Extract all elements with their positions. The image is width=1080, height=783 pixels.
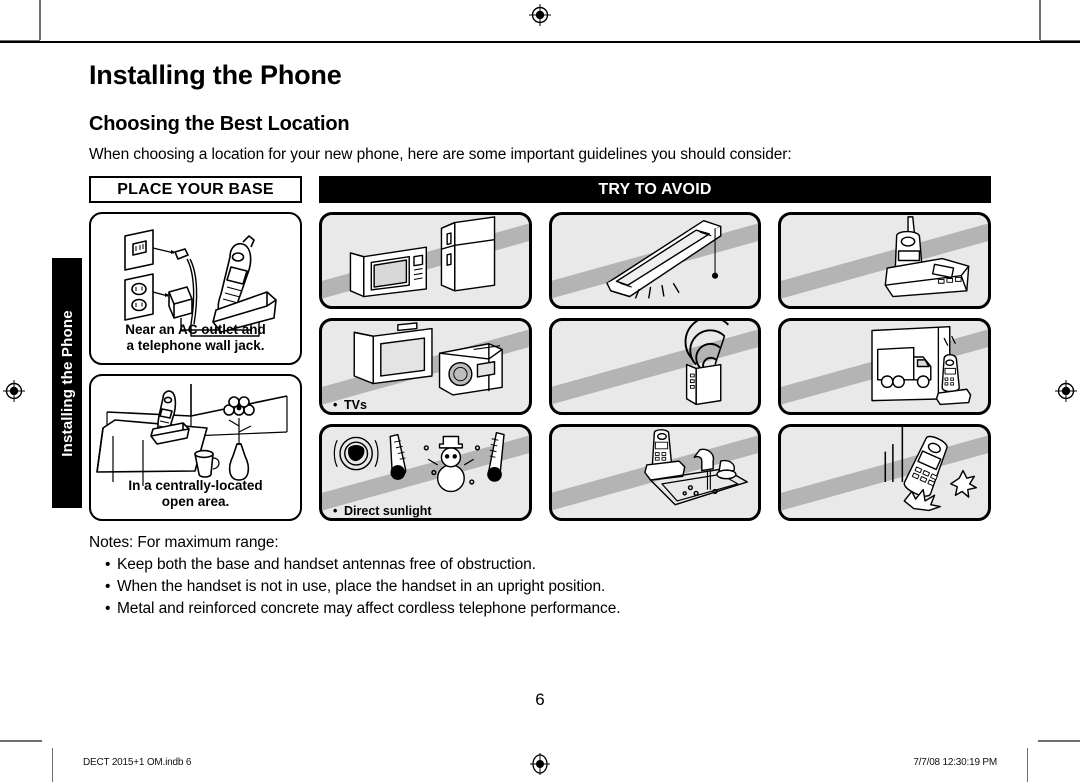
try-to-avoid-column: Microwave ovens Refrigerators bbox=[319, 212, 992, 521]
caption-line-2: a telephone wall jack. bbox=[126, 337, 265, 353]
avoid-row-1: Microwave ovens Refrigerators bbox=[319, 212, 992, 309]
banner-row: PLACE YOUR BASE TRY TO AVOID bbox=[89, 176, 991, 203]
avoid-panel-shock-vibration: Shock Vibration bbox=[778, 424, 992, 521]
registration-mark-left-middle bbox=[3, 380, 25, 402]
notes-item: When the handset is not in use, place th… bbox=[105, 576, 991, 598]
bullet-line: TVs bbox=[333, 398, 529, 412]
notes-item: Keep both the base and handset antennas … bbox=[105, 554, 991, 576]
banner-try-to-avoid: TRY TO AVOID bbox=[319, 176, 991, 203]
wireless-router-signal-icon bbox=[552, 321, 759, 407]
caption-line-1: In a centrally-located bbox=[128, 477, 263, 493]
guideline-grid: Near an AC outlet and a telephone wall j… bbox=[89, 212, 992, 521]
page-title: Installing the Phone bbox=[89, 60, 342, 90]
crop-mark-top-left-vertical bbox=[39, 0, 41, 40]
microwave-and-refrigerator-icon bbox=[322, 215, 529, 301]
delivery-truck-and-phone-icon bbox=[781, 321, 988, 407]
section-title: Choosing the Best Location bbox=[89, 113, 350, 135]
sun-thermometer-snowman-icon bbox=[322, 427, 529, 513]
caption-line-1: Near an AC outlet and bbox=[125, 321, 266, 337]
tv-and-radio-icon bbox=[322, 321, 529, 407]
chapter-thumb-tab: Installing the Phone bbox=[52, 258, 82, 508]
footer-crop-tick-right bbox=[1027, 748, 1028, 782]
sink-faucet-and-phone-icon bbox=[552, 427, 759, 513]
place-panel-ac-outlet-caption: Near an AC outlet and a telephone wall j… bbox=[91, 322, 300, 354]
dropped-phone-impact-icon bbox=[781, 427, 988, 513]
footer-crop-tick-left bbox=[52, 748, 53, 782]
avoid-row-3: Direct sunlight Extreme temperatures bbox=[319, 424, 992, 521]
avoid-panel-microwave-refrigerator: Microwave ovens Refrigerators bbox=[319, 212, 532, 309]
bullet-line: Direct sunlight bbox=[333, 504, 529, 518]
footer-filename: DECT 2015+1 OM.indb 6 bbox=[83, 756, 192, 769]
avoid-panel-dust-moisture: Dust Excessive moisture bbox=[548, 424, 762, 521]
notes-lead: Notes: For maximum range: bbox=[89, 534, 279, 551]
place-panel-open-area-caption: In a centrally-located open area. bbox=[91, 478, 300, 510]
bullet-line: Other electronics bbox=[333, 414, 532, 415]
page-number: 6 bbox=[535, 690, 545, 709]
avoid-panel-sunlight-temperatures: Direct sunlight Extreme temperatures bbox=[319, 424, 532, 521]
chapter-thumb-tab-label: Installing the Phone bbox=[58, 309, 76, 457]
registration-mark-right-middle bbox=[1055, 380, 1077, 402]
registration-mark-top-center bbox=[529, 4, 551, 26]
banner-place-your-base: PLACE YOUR BASE bbox=[89, 176, 302, 203]
avoid-panel-tvs-electronics: TVs Other electronics bbox=[319, 318, 532, 415]
page-top-rule bbox=[0, 41, 1080, 43]
cordless-telephone-set-icon bbox=[781, 215, 988, 301]
registration-mark-footer-center bbox=[529, 753, 551, 775]
avoid-panel-other-cordless-telephones: Other cordless telephones bbox=[778, 212, 992, 309]
fluorescent-light-fixture-icon bbox=[552, 215, 759, 301]
avoid-row-2: TVs Other electronics bbox=[319, 318, 992, 415]
avoid-panel-background-noise: Areas with a lot of background noise bbox=[778, 318, 992, 415]
intro-paragraph: When choosing a location for your new ph… bbox=[89, 146, 792, 163]
place-panel-ac-outlet: Near an AC outlet and a telephone wall j… bbox=[89, 212, 302, 365]
footer-timestamp: 7/7/08 12:30:19 PM bbox=[913, 756, 997, 769]
bullet-line: Extreme temperatures bbox=[333, 520, 532, 521]
avoid-panel-fluorescent-lighting: Fluorescent lighting bbox=[548, 212, 762, 309]
place-your-base-column: Near an AC outlet and a telephone wall j… bbox=[89, 212, 302, 521]
avoid-panel-tvs-electronics-text: TVs Other electronics bbox=[333, 398, 532, 415]
footer-crop-rule-left bbox=[0, 740, 42, 742]
avoid-panel-sunlight-temperatures-text: Direct sunlight Extreme temperatures bbox=[333, 504, 532, 521]
notes-block: Notes: For maximum range: Keep both the … bbox=[89, 534, 991, 620]
page-content: Installing the Phone Choosing the Best L… bbox=[89, 60, 992, 620]
footer-crop-rule-right bbox=[1038, 740, 1080, 742]
avoid-panel-computers-wireless-lan: Personal computers Wireless LAN equipmen… bbox=[548, 318, 762, 415]
caption-line-2: open area. bbox=[161, 493, 230, 509]
crop-mark-top-right-vertical bbox=[1039, 0, 1041, 40]
notes-item: Metal and reinforced concrete may affect… bbox=[105, 598, 991, 620]
place-panel-open-area: In a centrally-located open area. bbox=[89, 374, 302, 521]
